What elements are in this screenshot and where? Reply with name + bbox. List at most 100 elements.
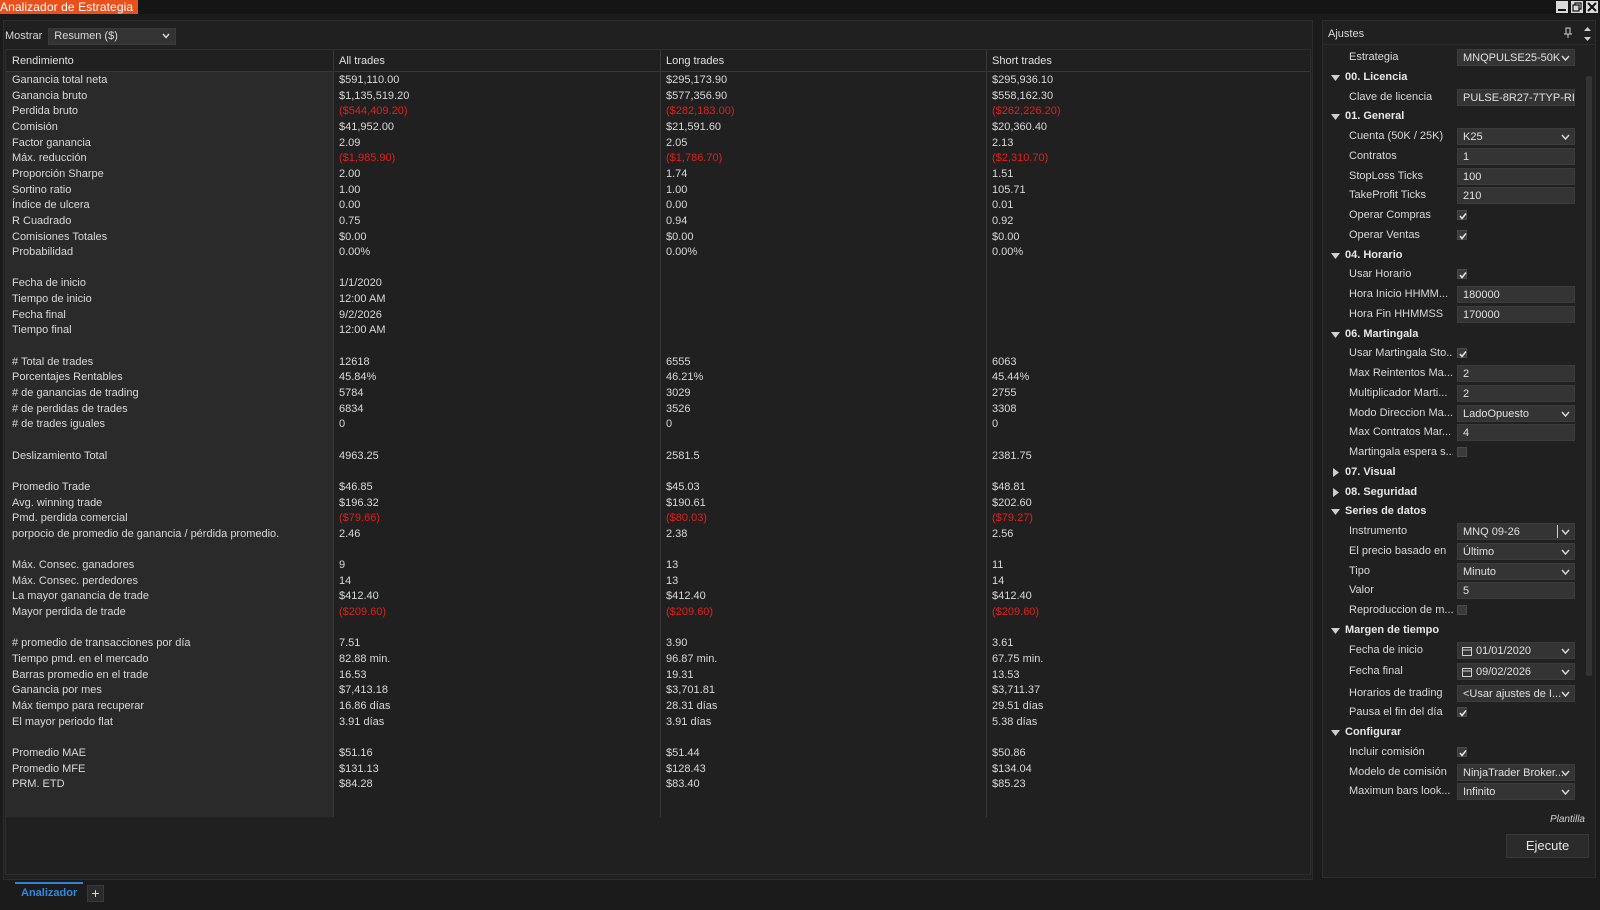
calendar-icon[interactable] [1462,667,1472,677]
run-button[interactable]: Ejecute [1506,834,1589,858]
category-04-horario[interactable]: 04. Horario [1323,245,1585,265]
checkbox-reproduccion-de-m[interactable] [1457,605,1467,615]
select-fecha-final[interactable]: 09/02/2026 [1457,663,1575,680]
add-tab-button[interactable]: + [87,885,104,902]
table-row: Probabilidad 0.00% 0.00% 0.00% [6,245,1310,261]
input-valor[interactable]: 5 [1457,582,1575,600]
input-takeprofit-ticks[interactable]: 210 [1457,187,1575,205]
select-horarios-de-trading[interactable]: <Usar ajustes de I... [1457,684,1575,702]
select-estrategia[interactable]: MNQPULSE25-50K [1457,49,1575,66]
cell-short-trades: ($209.60) [992,606,1040,619]
checkbox-pausa-el-fin-del-dia[interactable] [1457,707,1467,718]
input-contratos[interactable]: 1 [1457,147,1575,165]
pin-icon[interactable] [1563,27,1573,39]
select-maximun-bars-look[interactable]: Infinito [1457,783,1575,801]
checkbox-usar-horario[interactable] [1457,269,1467,280]
select-tipo[interactable]: Minuto [1457,562,1575,580]
checkbox-usar-martingala-sto[interactable] [1457,348,1467,359]
table-row: Promedio MAE $51.16 $51.44 $50.86 [6,746,1310,762]
select-el-precio-basado-en[interactable]: Último [1457,542,1575,560]
input-max-reintentos-ma[interactable]: 2 [1457,365,1575,382]
expand-down-icon[interactable] [1331,728,1340,737]
table-row: # promedio de transacciones por día 7.51 3… [6,636,1310,652]
checkbox-incluir-comision[interactable] [1457,746,1467,757]
expand-down-icon[interactable] [1331,112,1340,121]
header-short-trades[interactable]: Short trades [992,55,1052,67]
input-multiplicador-marti[interactable]: 2 [1457,384,1575,402]
cell-short-trades: 0 [992,418,999,431]
select-fecha-de-inicio[interactable]: 01/01/2020 [1457,641,1575,659]
expand-down-icon[interactable] [1331,73,1340,82]
property-horarios-de-trading: Horarios de trading <Usar ajustes de I... [1323,683,1585,703]
input-hora-fin-hhmmss[interactable]: 170000 [1457,305,1575,323]
category-08-seguridad[interactable]: 08. Seguridad [1323,482,1585,502]
category-06-martingala[interactable]: 06. Martingala [1323,324,1585,344]
row-label: Promedio MFE [12,762,86,775]
property-label: Estrategia [1349,51,1399,63]
select-cuenta-50k-25k[interactable]: K25 [1457,128,1575,145]
cell-long-trades: ($282,183.00) [666,105,735,118]
restore-icon[interactable] [1571,1,1583,13]
tab-analizador[interactable]: Analizador [15,882,84,902]
cell-all-trades: 16.86 días [339,700,391,712]
cell-short-trades: ($2,310.70) [992,152,1049,165]
row-label: Perdida bruto [12,105,79,118]
expand-down-icon[interactable] [1331,626,1340,635]
header-long-trades[interactable]: Long trades [666,55,724,67]
property-value: NinjaTrader Broker... [1463,766,1565,779]
expand-down-icon[interactable] [1331,507,1340,516]
input-clave-de-licencia[interactable]: PULSE-8R27-7TYP-RH [1457,88,1575,106]
property-fecha-final: Fecha final 09/02/2026 [1323,661,1585,681]
select-instrumento[interactable]: MNQ 09-26 [1457,523,1575,540]
category-series-de-datos[interactable]: Series de datos [1323,501,1585,521]
property-stoploss-ticks: StopLoss Ticks 100 [1323,166,1585,186]
table-row: Ganancia bruto $1,135,519.20 $577,356.90 $5… [6,89,1310,105]
cell-all-trades: 2.09 [339,136,361,149]
close-icon[interactable] [1586,1,1598,13]
category-margen-de-tiempo[interactable]: Margen de tiempo [1323,620,1585,640]
cell-long-trades: 6555 [666,355,691,368]
header-all-trades[interactable]: All trades [339,55,385,67]
minimize-icon[interactable] [1556,1,1568,13]
expand-down-icon[interactable] [1331,330,1340,339]
checkmark-icon [1459,272,1467,279]
property-label: TakeProfit Ticks [1349,189,1427,202]
expand-down-icon[interactable] [1331,251,1340,260]
template-link[interactable]: Plantilla [1550,814,1585,825]
cell-all-trades: $412.40 [339,590,379,603]
select-modelo-de-comision[interactable]: NinjaTrader Broker... [1457,763,1575,781]
category-01-general[interactable]: 01. General [1323,106,1585,126]
cell-long-trades: 3.91 días [666,715,712,728]
checkbox-operar-compras[interactable] [1457,210,1467,220]
expand-right-icon[interactable] [1331,467,1340,477]
category-07-visual[interactable]: 07. Visual [1323,462,1585,482]
input-hora-inicio-hhmm[interactable]: 180000 [1457,286,1575,303]
header-performance[interactable]: Rendimiento [12,55,74,67]
category-configurar[interactable]: Configurar [1323,722,1585,742]
property-label: Reproduccion de m... [1349,604,1453,616]
expand-right-icon[interactable] [1331,487,1340,497]
cell-all-trades: $7,413.18 [339,684,388,697]
calendar-icon[interactable] [1462,646,1472,656]
table-row: El mayor periodo flat 3.91 días 3.91 días 5… [6,715,1310,731]
display-selector-row: Mostrar Resumen ($) [5,27,177,45]
cell-long-trades: $83.40 [666,778,700,791]
table-row: Promedio MFE $131.13 $128.43 $134.04 [6,762,1310,778]
table-row [6,730,1310,746]
property-contratos: Contratos 1 [1323,146,1585,166]
checkbox-martingala-espera-s[interactable] [1457,447,1467,457]
row-label: # promedio de transacciones por día [12,637,191,650]
checkbox-operar-ventas[interactable] [1457,229,1467,240]
cell-all-trades: 0.75 [339,214,361,227]
row-label: Índice de ulcera [12,199,90,212]
display-select[interactable]: Resumen ($) [48,27,177,45]
cell-long-trades: $3,701.81 [666,684,715,697]
property-value: 01/01/2020 [1476,644,1532,657]
category-00-licencia[interactable]: 00. Licencia [1323,67,1585,87]
input-max-contratos-mar[interactable]: 4 [1457,424,1575,442]
scroll-arrows-icon[interactable] [1583,25,1592,43]
cell-short-trades: $558,162.30 [992,89,1054,102]
input-stoploss-ticks[interactable]: 100 [1457,167,1575,185]
settings-scrollbar[interactable] [1586,76,1592,676]
select-modo-direccion-ma[interactable]: LadoOpuesto [1457,404,1575,422]
